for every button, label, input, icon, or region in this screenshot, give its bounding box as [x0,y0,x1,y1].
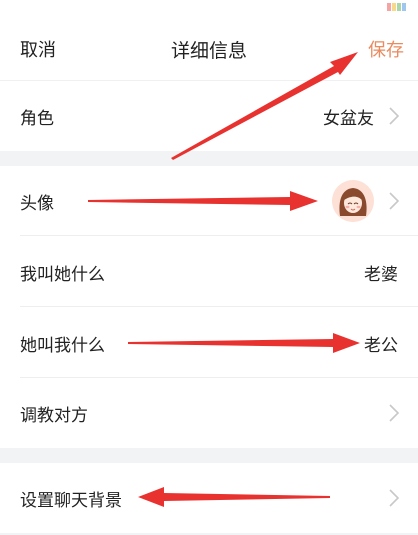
avatar-row[interactable]: 头像 [0,166,418,236]
chevron-right-icon [389,192,400,210]
chat-background-label: 设置聊天背景 [20,490,122,511]
nav-header: 取消 详细信息 保存 [0,18,418,80]
row-divider [20,235,418,236]
i-call-her-row[interactable]: 我叫她什么 老婆 [0,237,418,307]
chevron-right-icon [389,107,400,125]
role-row[interactable]: 角色 女盆友 [0,81,418,151]
chevron-right-icon [389,489,400,507]
avatar-girl-icon [332,180,374,222]
status-swatch [387,3,391,11]
page-title: 详细信息 [170,39,247,62]
avatar [332,180,374,222]
section-gap [0,448,418,463]
status-bar-indicator [387,3,406,11]
row-divider [20,306,418,307]
she-calls-me-label: 她叫我什么 [20,335,105,356]
status-swatch [392,3,396,11]
role-label: 角色 [20,108,54,129]
i-call-her-value: 老婆 [364,264,398,285]
she-calls-me-row[interactable]: 她叫我什么 老公 [0,308,418,378]
status-swatch [397,3,401,11]
avatar-label: 头像 [20,193,54,214]
chat-background-row[interactable]: 设置聊天背景 [0,463,418,533]
train-partner-label: 调教对方 [20,405,88,426]
role-value: 女盆友 [323,108,374,129]
train-partner-row[interactable]: 调教对方 [0,378,418,448]
i-call-her-label: 我叫她什么 [20,264,105,285]
save-button[interactable]: 保存 [368,36,404,62]
chevron-right-icon [389,404,400,422]
section-gap [0,151,418,166]
status-swatch [402,3,406,11]
she-calls-me-value: 老公 [364,335,398,356]
